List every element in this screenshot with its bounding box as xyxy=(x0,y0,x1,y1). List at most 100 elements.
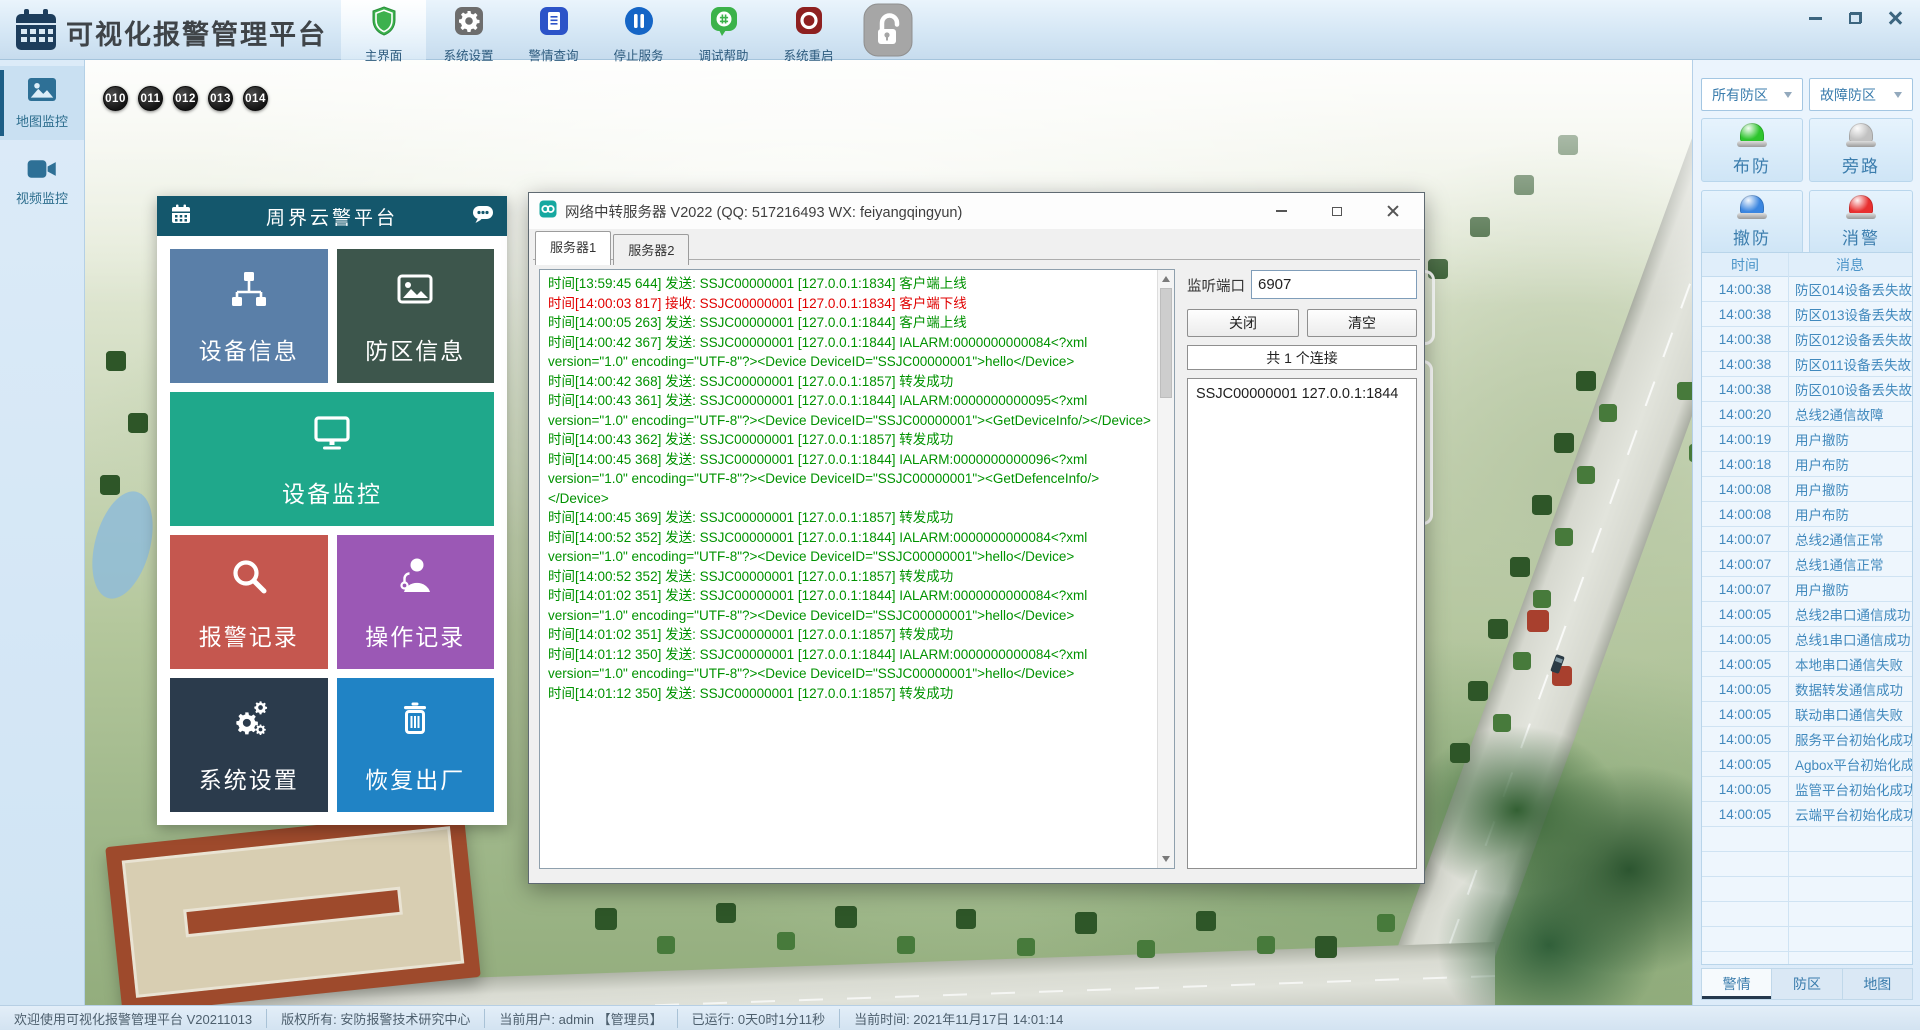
tab-alarms[interactable]: 警情 xyxy=(1702,969,1773,999)
event-table: 时间 消息 14:00:38 防区014设备丢失故障 14:00:38 防区01… xyxy=(1701,252,1913,965)
table-row[interactable]: 14:00:38 防区013设备丢失故障 xyxy=(1702,302,1912,327)
menu-item-system-restart[interactable]: 系统重启 xyxy=(766,0,851,63)
siren-blue-icon xyxy=(1737,195,1767,219)
zone-marker[interactable]: 013 xyxy=(208,86,233,111)
zone-marker[interactable]: 011 xyxy=(138,86,163,111)
sitemap-icon xyxy=(225,266,273,319)
tile-label: 系统设置 xyxy=(198,767,299,793)
dialog-close-button[interactable] xyxy=(1382,201,1404,221)
zone-marker[interactable]: 012 xyxy=(173,86,198,111)
unlock-icon[interactable] xyxy=(862,3,914,57)
zone-marker[interactable]: 014 xyxy=(243,86,268,111)
panel-header: 周界云警平台 xyxy=(157,196,507,236)
menu-item-system-settings[interactable]: 系统设置 xyxy=(426,0,511,63)
fault-filter-dropdown[interactable]: 故障防区 xyxy=(1809,78,1913,111)
event-message: 总线2通信正常 xyxy=(1795,533,1884,548)
event-time: 14:00:08 xyxy=(1718,506,1772,522)
event-message: 总线2串口通信成功 xyxy=(1795,608,1911,623)
tile-factory-reset[interactable]: 恢复出厂 xyxy=(336,678,494,812)
table-row[interactable]: 14:00:05 总线2串口通信成功 xyxy=(1702,602,1912,627)
dialog-titlebar[interactable]: 网络中转服务器 V2022 (QQ: 517216493 WX: feiyang… xyxy=(529,193,1424,229)
event-time: 14:00:07 xyxy=(1718,581,1772,597)
table-row[interactable]: 14:00:05 数据转发通信成功 xyxy=(1702,677,1912,702)
table-row[interactable]: 14:00:05 总线1串口通信成功 xyxy=(1702,627,1912,652)
bypass-button[interactable]: 旁路 xyxy=(1809,118,1913,182)
zone-filter-dropdown[interactable]: 所有防区 xyxy=(1701,78,1803,111)
menu-item-debug-help[interactable]: 调试帮助 xyxy=(681,0,766,63)
tab-server2[interactable]: 服务器2 xyxy=(613,234,690,265)
connection-list[interactable]: SSJC00000001 127.0.0.1:1844 xyxy=(1187,378,1417,869)
tile-label: 恢复出厂 xyxy=(365,767,466,793)
table-row[interactable]: 14:00:07 总线1通信正常 xyxy=(1702,552,1912,577)
scroll-thumb[interactable] xyxy=(1160,288,1172,398)
t1ile-operation-records[interactable]: 操作记录 xyxy=(336,535,494,669)
menu-item-label: 主界面 xyxy=(364,49,403,63)
tile-label: 操作记录 xyxy=(365,624,466,650)
event-message: 防区012设备丢失故障 xyxy=(1795,333,1912,348)
scroll-down-icon[interactable] xyxy=(1162,856,1170,862)
clear-log-button[interactable]: 清空 xyxy=(1307,309,1417,337)
disarm-button[interactable]: 撤防 xyxy=(1701,190,1803,254)
silence-alarm-button[interactable]: 消警 xyxy=(1809,190,1913,254)
dialog-title: 网络中转服务器 V2022 (QQ: 517216493 WX: feiyang… xyxy=(565,204,963,221)
menu-item-stop-service[interactable]: 停止服务 xyxy=(596,0,681,63)
table-row[interactable]: 14:00:07 总线2通信正常 xyxy=(1702,527,1912,552)
table-row[interactable]: 14:00:05 联动串口通信失败 xyxy=(1702,702,1912,727)
event-time: 14:00:05 xyxy=(1718,656,1772,672)
connection-item[interactable]: SSJC00000001 127.0.0.1:1844 xyxy=(1196,384,1408,404)
sidebar-item-video-monitor[interactable]: 视频监控 xyxy=(0,146,84,220)
table-row[interactable]: 14:00:05 Agbox平台初始化成功 xyxy=(1702,752,1912,777)
dialog-minimize-button[interactable] xyxy=(1270,201,1292,221)
restore-button[interactable] xyxy=(1842,8,1868,28)
message-bubble-icon[interactable] xyxy=(472,204,494,229)
server-log[interactable]: 时间[13:59:45 644] 发送: SSJC00000001 [127.0… xyxy=(539,269,1175,869)
table-row[interactable]: 14:00:38 防区014设备丢失故障 xyxy=(1702,277,1912,302)
table-row[interactable]: 14:00:07 用户撤防 xyxy=(1702,577,1912,602)
tab-zones[interactable]: 防区 xyxy=(1772,969,1843,999)
table-row[interactable]: 14:00:38 防区010设备丢失故障 xyxy=(1702,377,1912,402)
menu-item-home[interactable]: 主界面 xyxy=(341,0,426,63)
shield-icon xyxy=(367,4,401,43)
table-row[interactable]: 14:00:08 用户布防 xyxy=(1702,502,1912,527)
log-line: 时间[14:00:52 352] 发送: SSJC00000001 [127.0… xyxy=(548,568,954,584)
scroll-up-icon[interactable] xyxy=(1162,276,1170,282)
connection-count: 共 1 个连接 xyxy=(1187,345,1417,370)
table-row[interactable]: 14:00:05 监管平台初始化成功 xyxy=(1702,777,1912,802)
table-row[interactable]: 14:00:38 防区011设备丢失故障 xyxy=(1702,352,1912,377)
table-row[interactable]: 14:00:05 云端平台初始化成功 xyxy=(1702,802,1912,827)
zone-marker[interactable]: 010 xyxy=(103,86,128,111)
table-row[interactable]: 14:00:18 用户布防 xyxy=(1702,452,1912,477)
tile-alarm-records[interactable]: 报警记录 xyxy=(170,535,328,669)
action-label: 撤防 xyxy=(1733,229,1771,248)
tile-label: 设备监控 xyxy=(282,481,382,507)
tile-zone-info[interactable]: 防区信息 xyxy=(336,249,494,383)
monitor-icon xyxy=(308,409,356,462)
tile-label: 设备信息 xyxy=(198,338,299,364)
minimize-button[interactable] xyxy=(1802,8,1828,28)
table-empty-rows xyxy=(1702,827,1912,964)
tile-device-info[interactable]: 设备信息 xyxy=(170,249,328,383)
menu-item-alarm-query[interactable]: 警情查询 xyxy=(511,0,596,63)
listen-port-input[interactable] xyxy=(1251,270,1417,299)
table-row[interactable]: 14:00:20 总线2通信故障 xyxy=(1702,402,1912,427)
table-row[interactable]: 14:00:08 用户撤防 xyxy=(1702,477,1912,502)
sidebar-item-map-monitor[interactable]: 地图监控 xyxy=(0,66,84,140)
log-scrollbar[interactable] xyxy=(1157,270,1174,868)
window-controls xyxy=(1802,8,1908,28)
table-row[interactable]: 14:00:19 用户撤防 xyxy=(1702,427,1912,452)
dialog-maximize-button[interactable] xyxy=(1326,201,1348,221)
close-server-button[interactable]: 关闭 xyxy=(1187,309,1299,337)
table-row[interactable]: 14:00:05 本地串口通信失败 xyxy=(1702,652,1912,677)
arm-button[interactable]: 布防 xyxy=(1701,118,1803,182)
tab-server1[interactable]: 服务器1 xyxy=(535,231,612,265)
gears-icon xyxy=(225,695,273,748)
event-message: 用户撤防 xyxy=(1795,583,1849,598)
table-row[interactable]: 14:00:05 服务平台初始化成功 xyxy=(1702,727,1912,752)
table-row[interactable]: 14:00:38 防区012设备丢失故障 xyxy=(1702,327,1912,352)
menu-item-label: 系统重启 xyxy=(783,49,834,63)
tab-map[interactable]: 地图 xyxy=(1843,969,1912,999)
log-line: 时间[14:00:43 362] 发送: SSJC00000001 [127.0… xyxy=(548,432,954,447)
close-button[interactable] xyxy=(1882,8,1908,28)
tile-device-monitor[interactable]: 设备监控 xyxy=(170,392,494,526)
tile-system-settings[interactable]: 系统设置 xyxy=(170,678,328,812)
